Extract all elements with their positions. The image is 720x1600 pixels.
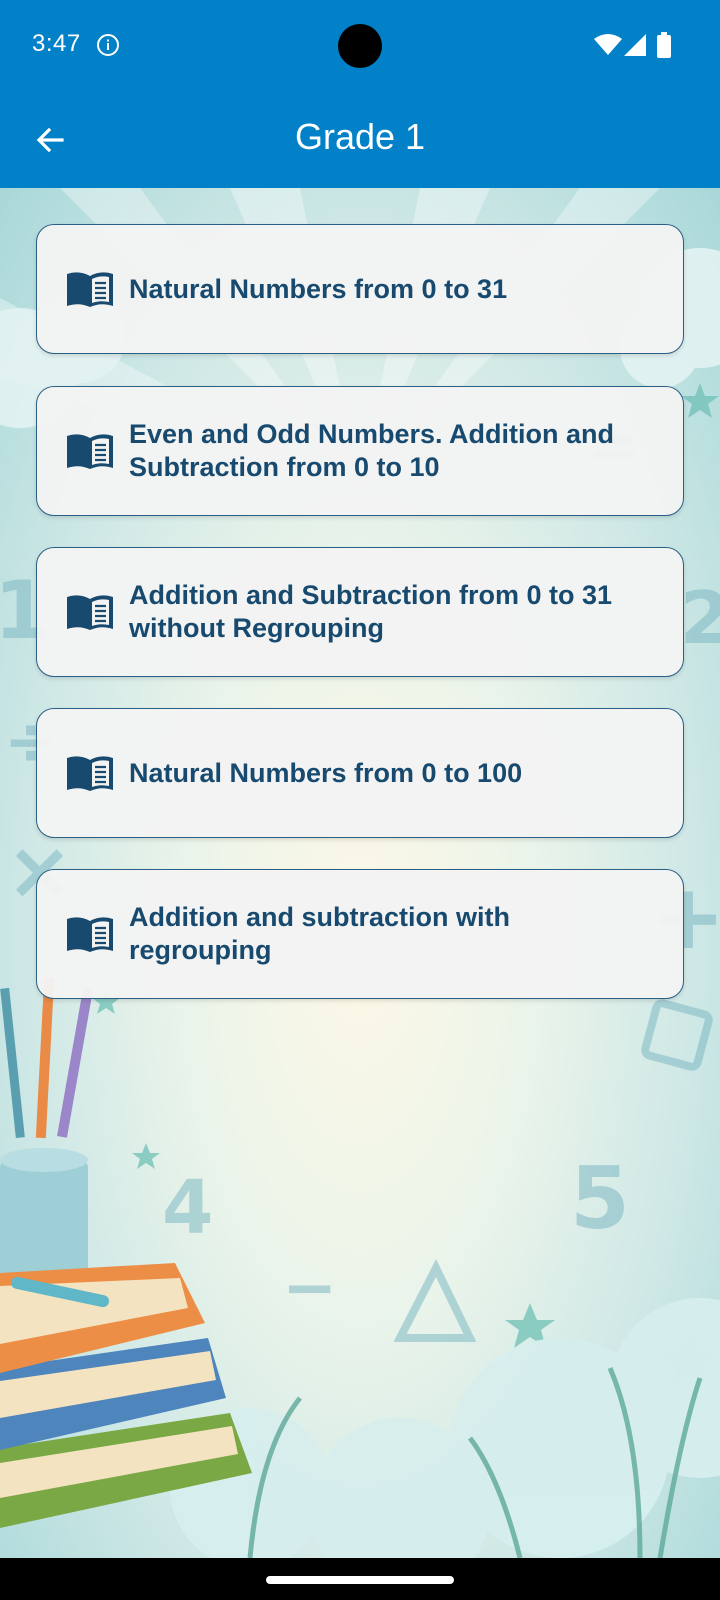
home-gesture-handle[interactable] — [266, 1576, 454, 1584]
page-title: Grade 1 — [294, 116, 426, 157]
topic-label: Natural Numbers from 0 to 31 — [129, 273, 508, 304]
book-icon — [67, 917, 113, 952]
battery-icon — [657, 32, 671, 58]
topic-item-natural-numbers-0-100[interactable]: Natural Numbers from 0 to 100 — [36, 708, 684, 838]
topic-label: Addition and subtraction with regrouping — [129, 902, 510, 965]
topic-item-even-odd-numbers[interactable]: Even and Odd Numbers. Addition and Subtr… — [36, 386, 684, 516]
svg-text:−: − — [282, 1249, 337, 1326]
system-navigation-bar — [0, 1558, 720, 1600]
svg-text:2: 2 — [680, 576, 720, 660]
topic-item-natural-numbers-0-31[interactable]: Natural Numbers from 0 to 31 — [36, 224, 684, 354]
status-time: 3:47 — [32, 30, 81, 57]
topic-list-screen[interactable]: 1 2 ÷ × + = 4 5 − — [0, 188, 720, 1558]
svg-text:5: 5 — [570, 1149, 630, 1249]
topic-item-addition-subtraction-0-31[interactable]: Addition and Subtraction from 0 to 31 wi… — [36, 547, 684, 677]
book-icon — [67, 595, 113, 630]
topic-label: Even and Odd Numbers. Addition and Subtr… — [129, 419, 615, 482]
info-icon — [97, 34, 119, 56]
camera-cutout — [338, 24, 382, 68]
topic-label: Natural Numbers from 0 to 100 — [129, 757, 523, 788]
wifi-icon — [594, 34, 622, 55]
svg-text:4: 4 — [162, 1165, 214, 1251]
topic-label: Addition and Subtraction from 0 to 31 wi… — [129, 580, 613, 643]
book-icon — [67, 756, 113, 791]
topic-item-regrouping[interactable]: Addition and subtraction with regrouping — [36, 869, 684, 999]
book-icon — [67, 434, 113, 469]
status-bar: 3:47 — [0, 0, 720, 92]
app-bar: Grade 1 — [0, 92, 720, 188]
book-icon — [67, 272, 113, 307]
signal-icon — [624, 34, 646, 56]
